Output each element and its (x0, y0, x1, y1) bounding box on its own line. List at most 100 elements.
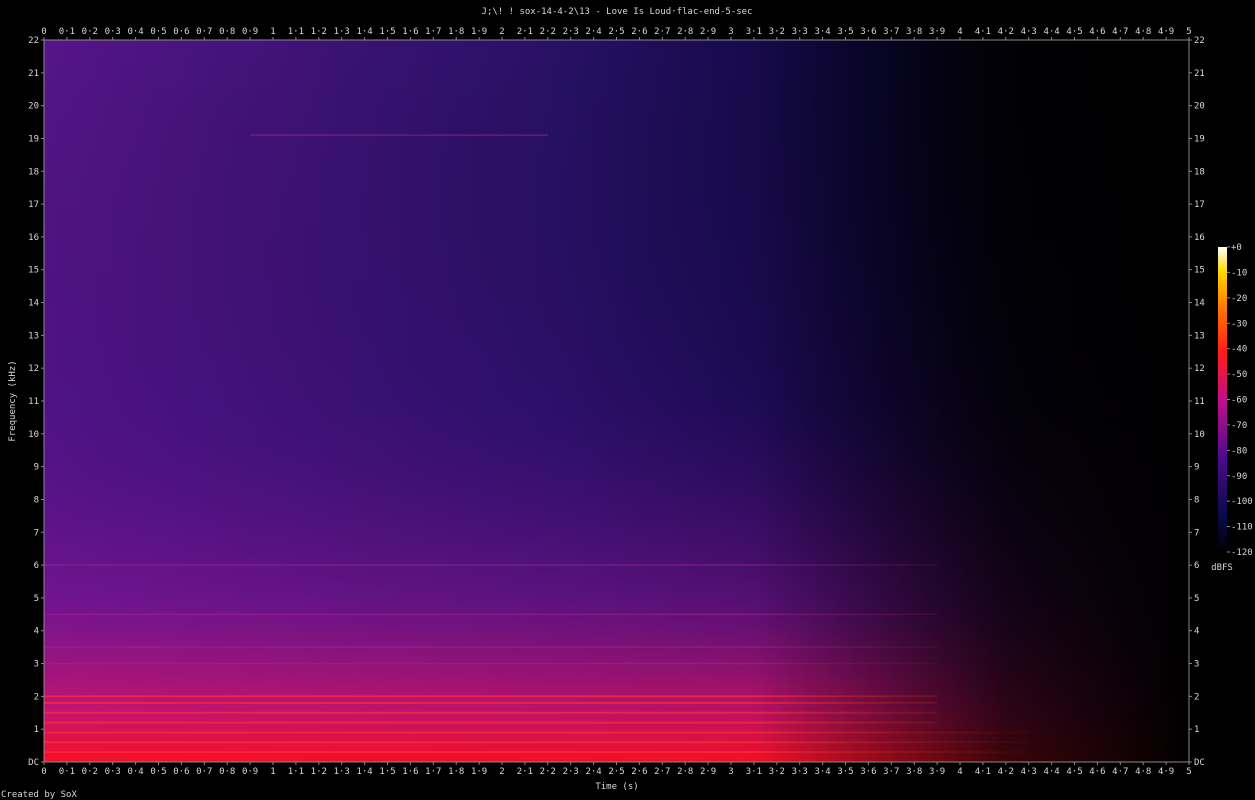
colorbar-tick-label: -110 (1231, 523, 1253, 533)
x-tick-label-top: 1·9 (471, 27, 487, 37)
x-tick-label-bottom: 3·2 (769, 767, 785, 777)
x-tick-label-bottom: 2·1 (517, 767, 533, 777)
x-tick-label-bottom: 2·5 (608, 767, 624, 777)
x-tick-label-top: 3·7 (883, 27, 899, 37)
y-tick-label-left: 18 (28, 167, 39, 177)
x-tick-label-bottom: 4·1 (975, 767, 991, 777)
energy-fade-right (44, 40, 1189, 762)
x-tick-label-bottom: 0·7 (196, 767, 212, 777)
y-tick-label-left: 12 (28, 364, 39, 374)
x-tick-label-top: 0·1 (59, 27, 75, 37)
x-tick-label-bottom: 3 (728, 767, 733, 777)
x-tick-label-top: 3·4 (814, 27, 830, 37)
x-tick-label-top: 1·3 (334, 27, 350, 37)
y-tick-label-left: 22 (28, 36, 39, 46)
x-tick-label-bottom: 1·1 (288, 767, 304, 777)
x-tick-label-bottom: 4·6 (1089, 767, 1105, 777)
y-tick-label-left: 10 (28, 430, 39, 440)
colorbar-tick-label: -80 (1231, 446, 1247, 456)
y-tick-label-left: 20 (28, 102, 39, 112)
x-tick-label-bottom: 3·4 (814, 767, 830, 777)
x-tick-label-bottom: 1·7 (425, 767, 441, 777)
y-tick-label-right: 17 (1194, 200, 1205, 210)
x-tick-label-top: 1·5 (379, 27, 395, 37)
x-tick-label-top: 1 (270, 27, 275, 37)
x-tick-label-top: 4·7 (1112, 27, 1128, 37)
y-tick-label-left: 3 (34, 660, 39, 670)
x-tick-label-bottom: 0·1 (59, 767, 75, 777)
x-tick-label-top: 3·9 (929, 27, 945, 37)
x-tick-label-bottom: 3·3 (792, 767, 808, 777)
colorbar-ticks: +0 -10 -20 -30 -40 -50 -60 -70 -80 -90 -100 -110 -12… (1227, 243, 1253, 558)
x-axis-label: Time (s) (595, 782, 638, 792)
x-tick-label-bottom: 0·6 (173, 767, 189, 777)
x-tick-label-top: 1·8 (448, 27, 464, 37)
x-tick-label-top: 3·2 (769, 27, 785, 37)
x-tick-label-bottom: 2·2 (540, 767, 556, 777)
y-tick-label-right: 11 (1194, 397, 1205, 407)
colorbar-tick-label: -30 (1231, 319, 1247, 329)
x-tick-label-bottom: 3·7 (883, 767, 899, 777)
x-tick-label-top: 3·5 (837, 27, 853, 37)
x-tick-label-top: 5 (1186, 27, 1191, 37)
y-tick-label-left: 13 (28, 331, 39, 341)
x-tick-label-top: 4·5 (1066, 27, 1082, 37)
x-tick-label-bottom: 4·3 (1021, 767, 1037, 777)
x-tick-label-bottom: 4·7 (1112, 767, 1128, 777)
colorbar-tick-label: -20 (1231, 294, 1247, 304)
x-tick-label-top: 4·1 (975, 27, 991, 37)
x-tick-label-bottom: 0·2 (82, 767, 98, 777)
y-tick-label-left: 9 (34, 463, 39, 473)
y-tick-label-right: 8 (1194, 495, 1199, 505)
y-tick-label-right: 2 (1194, 692, 1199, 702)
colorbar-tick-label: -70 (1231, 421, 1247, 431)
y-tick-label-right: 1 (1194, 725, 1199, 735)
y-tick-label-left: 6 (34, 561, 39, 571)
y-tick-label-left: DC (28, 758, 39, 768)
x-tick-label-bottom: 1 (270, 767, 275, 777)
y-tick-label-left: 1 (34, 725, 39, 735)
y-tick-label-right: 15 (1194, 266, 1205, 276)
y-tick-label-right: 6 (1194, 561, 1199, 571)
x-tick-label-bottom: 2·7 (654, 767, 670, 777)
y-tick-label-left: 4 (34, 627, 39, 637)
x-tick-label-top: 1·4 (356, 27, 372, 37)
colorbar-tick-label: -50 (1231, 370, 1247, 380)
x-tick-label-bottom: 4·2 (998, 767, 1014, 777)
x-tick-label-top: 4 (957, 27, 962, 37)
x-tick-label-bottom: 0·3 (105, 767, 121, 777)
x-tick-label-bottom: 3·1 (746, 767, 762, 777)
y-tick-label-left: 21 (28, 69, 39, 79)
x-tick-label-top: 4·2 (998, 27, 1014, 37)
x-tick-label-top: 2·3 (563, 27, 579, 37)
y-tick-label-right: 18 (1194, 167, 1205, 177)
x-tick-label-bottom: 3·9 (929, 767, 945, 777)
y-tick-label-left: 17 (28, 200, 39, 210)
y-tick-label-left: 11 (28, 397, 39, 407)
colorbar-tick-label: -120 (1231, 548, 1253, 558)
x-tick-label-top: 0·6 (173, 27, 189, 37)
x-tick-label-top: 0·5 (150, 27, 166, 37)
x-tick-label-top: 1·6 (402, 27, 418, 37)
y-tick-label-right: 20 (1194, 102, 1205, 112)
x-tick-label-bottom: 0·9 (242, 767, 258, 777)
x-tick-label-top: 0·8 (219, 27, 235, 37)
y-tick-label-left: 7 (34, 528, 39, 538)
x-tick-label-top: 2·8 (677, 27, 693, 37)
x-tick-label-top: 1·2 (311, 27, 327, 37)
x-tick-label-bottom: 1·6 (402, 767, 418, 777)
x-tick-label-top: 2·9 (700, 27, 716, 37)
colorbar-tick-label: -40 (1231, 345, 1247, 355)
x-tick-label-top: 4·4 (1043, 27, 1059, 37)
colorbar-tick-label: -60 (1231, 396, 1247, 406)
y-tick-label-right: 14 (1194, 299, 1205, 309)
x-tick-label-bottom: 0·4 (127, 767, 143, 777)
y-tick-label-right: 5 (1194, 594, 1199, 604)
colorbar-gradient (1218, 247, 1227, 552)
x-tick-label-bottom: 4·5 (1066, 767, 1082, 777)
x-tick-label-top: 3·1 (746, 27, 762, 37)
x-tick-label-top: 3·8 (906, 27, 922, 37)
x-tick-label-bottom: 2·3 (563, 767, 579, 777)
colorbar-tick-label: -100 (1231, 497, 1253, 507)
y-tick-label-right: 19 (1194, 134, 1205, 144)
